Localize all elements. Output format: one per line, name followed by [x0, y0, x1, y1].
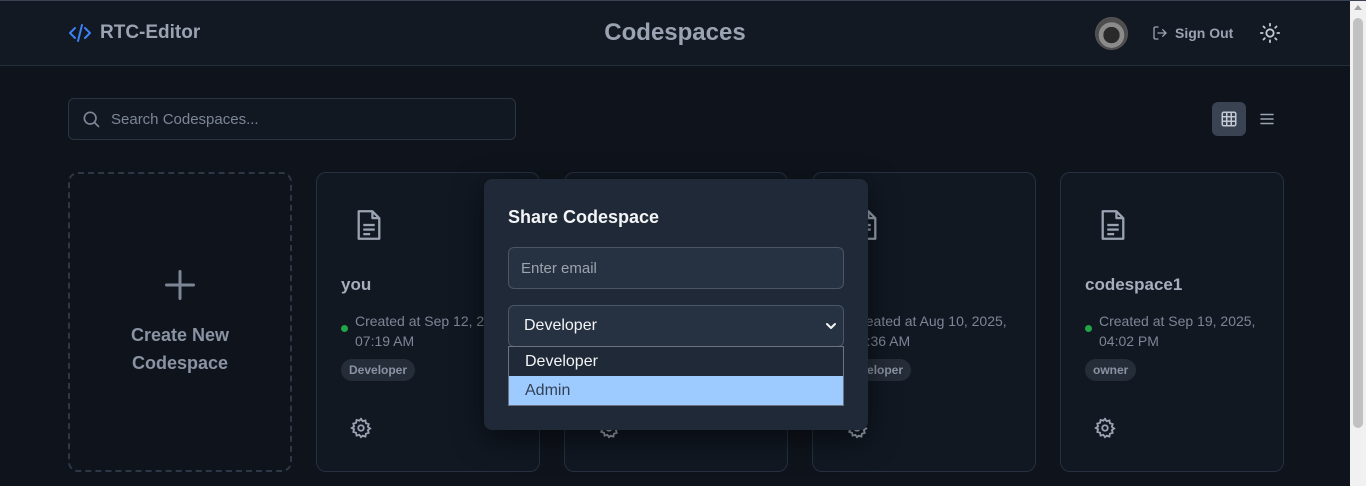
create-codespace-card[interactable]: Create New Codespace	[68, 172, 292, 472]
created-date: Created at Sep 19, 2025, 04:02 PM	[1099, 313, 1256, 349]
grid-icon	[1221, 111, 1237, 127]
sun-icon[interactable]	[1259, 22, 1281, 44]
created-date: Created at Aug 10, 2025, 04:36 AM	[851, 313, 1007, 349]
scroll-up-arrow-icon[interactable]	[1354, 5, 1362, 10]
list-icon	[1260, 113, 1274, 125]
role-badge: owner	[1085, 359, 1137, 381]
role-select[interactable]: Developer	[508, 305, 844, 347]
avatar[interactable]	[1095, 17, 1128, 50]
scrollbar[interactable]	[1350, 1, 1366, 486]
codespace-card[interactable]: codespace1 Created at Sep 19, 2025, 04:0…	[1060, 172, 1284, 472]
share-codespace-modal: Share Codespace Developer Developer Admi…	[484, 179, 868, 430]
search-icon	[83, 111, 100, 128]
role-badge: Developer	[341, 359, 416, 381]
file-icon	[1101, 210, 1125, 240]
create-codespace-label: Create New Codespace	[130, 325, 230, 373]
scrollbar-thumb[interactable]	[1353, 18, 1363, 428]
sign-out-button[interactable]: Sign Out	[1152, 25, 1233, 41]
sign-out-label: Sign Out	[1175, 25, 1234, 41]
role-option-admin[interactable]: Admin	[509, 376, 843, 405]
search-input[interactable]	[111, 110, 491, 128]
search-box[interactable]	[68, 98, 516, 140]
role-dropdown-list: Developer Admin	[508, 346, 844, 406]
page-title: Codespaces	[604, 19, 746, 46]
sign-out-icon	[1153, 26, 1167, 40]
gear-icon[interactable]	[350, 417, 372, 439]
codespace-name: you	[341, 275, 372, 294]
codespace-name: codespace1	[1085, 275, 1183, 294]
file-icon	[357, 210, 381, 240]
list-view-button[interactable]	[1255, 106, 1279, 132]
modal-title: Share Codespace	[508, 207, 660, 227]
role-select-value: Developer	[524, 317, 597, 334]
status-dot	[341, 325, 348, 332]
navbar: RTC-Editor Codespaces Sign Out	[0, 1, 1350, 66]
role-option-developer[interactable]: Developer	[509, 347, 843, 376]
codespace-meta: Created at Sep 19, 2025, 04:02 PM	[1085, 311, 1269, 351]
chevron-down-icon	[826, 323, 836, 329]
status-dot	[1085, 325, 1092, 332]
grid-view-button[interactable]	[1212, 102, 1246, 136]
plus-icon	[165, 270, 195, 300]
email-field[interactable]	[508, 247, 844, 289]
gear-icon[interactable]	[1094, 417, 1116, 439]
